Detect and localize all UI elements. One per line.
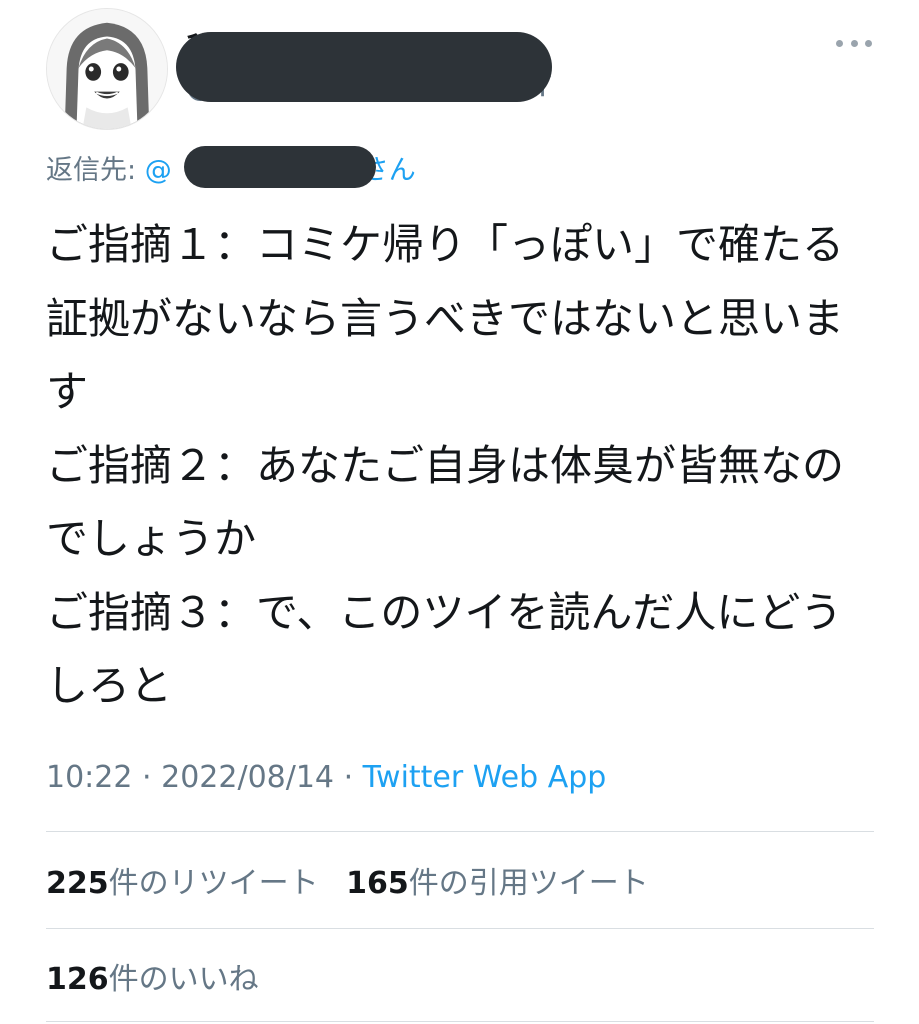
tweet-text: ご指摘１：コミケ帰り「っぽい」で確たる証拠がないなら言うべきではないと思います … bbox=[46, 220, 845, 710]
more-dot bbox=[865, 39, 872, 47]
tweet-time[interactable]: 10:22 bbox=[46, 760, 132, 795]
quote-count: 165 bbox=[346, 866, 409, 901]
quote-label: 件の引用ツイート bbox=[408, 866, 649, 901]
divider bbox=[46, 1021, 874, 1022]
like-label: 件のいいね bbox=[108, 962, 259, 997]
more-dot bbox=[850, 39, 858, 47]
engagement-stats: 225件のリツイート 165件の引用ツイート bbox=[46, 858, 667, 902]
avatar-illustration bbox=[47, 9, 167, 129]
tweet-meta: 10:22 · 2022/08/14 · Twitter Web App bbox=[46, 760, 606, 795]
likes-row: 126件のいいね bbox=[46, 954, 277, 998]
redaction-bar bbox=[176, 32, 552, 102]
more-dot bbox=[836, 39, 843, 47]
like-count: 126 bbox=[46, 962, 109, 997]
retweets-stat[interactable]: 225件のリツイート bbox=[46, 866, 319, 901]
mention-at: @ bbox=[144, 155, 172, 186]
retweet-label: 件のリツイート bbox=[108, 866, 319, 901]
tweet-detail: 秘密秘密 @Y 返信先: @さん ご指摘１：コミケ帰り「っぽい」で確たる証拠がな… bbox=[0, 0, 919, 1024]
more-icon[interactable] bbox=[836, 32, 872, 54]
likes-stat[interactable]: 126件のいいね bbox=[46, 962, 259, 997]
meta-separator: · bbox=[343, 760, 354, 795]
divider bbox=[46, 928, 874, 929]
meta-separator: · bbox=[142, 760, 152, 795]
retweet-count: 225 bbox=[46, 866, 109, 901]
quotes-stat[interactable]: 165件の引用ツイート bbox=[346, 866, 649, 901]
reply-prefix: 返信先: bbox=[46, 155, 137, 186]
tweet-date[interactable]: 2022/08/14 bbox=[161, 760, 334, 795]
avatar[interactable] bbox=[46, 8, 168, 130]
divider bbox=[46, 831, 874, 832]
redaction-bar bbox=[184, 146, 376, 188]
source-app-link[interactable]: Twitter Web App bbox=[363, 760, 607, 795]
